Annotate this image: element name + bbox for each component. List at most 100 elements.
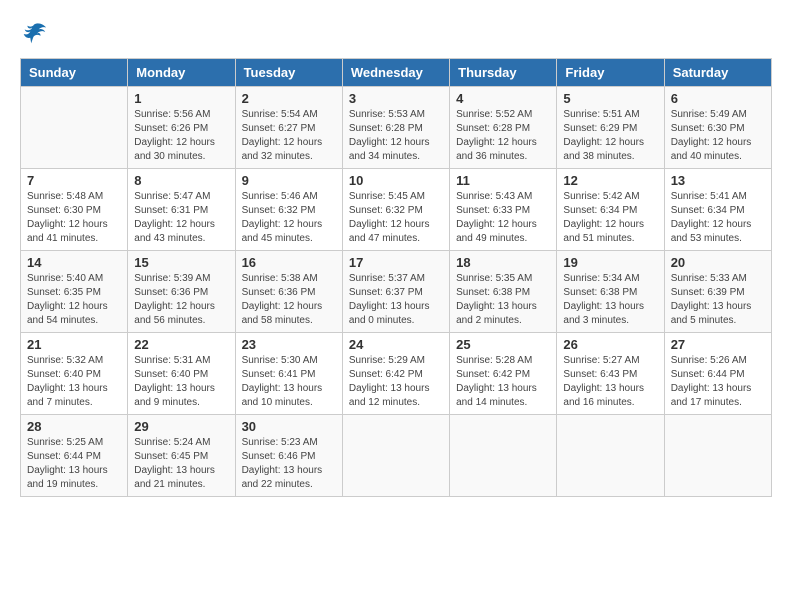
calendar-week-3: 21Sunrise: 5:32 AM Sunset: 6:40 PM Dayli… bbox=[21, 333, 772, 415]
day-info: Sunrise: 5:39 AM Sunset: 6:36 PM Dayligh… bbox=[134, 273, 215, 326]
calendar-cell bbox=[21, 87, 128, 169]
page-header bbox=[20, 20, 772, 48]
day-info: Sunrise: 5:24 AM Sunset: 6:45 PM Dayligh… bbox=[134, 437, 215, 490]
day-number: 12 bbox=[563, 173, 657, 188]
day-number: 20 bbox=[671, 255, 765, 270]
calendar-cell: 20 Sunrise: 5:33 AM Sunset: 6:39 PM Dayli… bbox=[664, 251, 771, 333]
calendar-cell: 14 Sunrise: 5:40 AM Sunset: 6:35 PM Dayli… bbox=[21, 251, 128, 333]
day-info: Sunrise: 5:23 AM Sunset: 6:46 PM Dayligh… bbox=[242, 437, 323, 490]
calendar-cell: 15 Sunrise: 5:39 AM Sunset: 6:36 PM Dayli… bbox=[128, 251, 235, 333]
calendar-cell: 1 Sunrise: 5:56 AM Sunset: 6:26 PM Daylig… bbox=[128, 87, 235, 169]
header-cell-tuesday: Tuesday bbox=[235, 59, 342, 87]
calendar-body: 1 Sunrise: 5:56 AM Sunset: 6:26 PM Daylig… bbox=[21, 87, 772, 497]
calendar-cell: 16Sunrise: 5:38 AM Sunset: 6:36 PM Dayli… bbox=[235, 251, 342, 333]
calendar-cell bbox=[664, 415, 771, 497]
day-info: Sunrise: 5:30 AM Sunset: 6:41 PM Dayligh… bbox=[242, 355, 323, 408]
calendar-cell bbox=[557, 415, 664, 497]
calendar-cell: 13 Sunrise: 5:41 AM Sunset: 6:34 PM Dayli… bbox=[664, 169, 771, 251]
day-info: Sunrise: 5:53 AM Sunset: 6:28 PM Dayligh… bbox=[349, 109, 430, 162]
calendar-week-4: 28 Sunrise: 5:25 AM Sunset: 6:44 PM Dayli… bbox=[21, 415, 772, 497]
calendar-cell: 6Sunrise: 5:49 AM Sunset: 6:30 PM Daylig… bbox=[664, 87, 771, 169]
calendar-cell: 18Sunrise: 5:35 AM Sunset: 6:38 PM Dayli… bbox=[450, 251, 557, 333]
header-cell-monday: Monday bbox=[128, 59, 235, 87]
calendar-cell: 17 Sunrise: 5:37 AM Sunset: 6:37 PM Dayli… bbox=[342, 251, 449, 333]
calendar-cell: 25 Sunrise: 5:28 AM Sunset: 6:42 PM Dayli… bbox=[450, 333, 557, 415]
day-number: 26 bbox=[563, 337, 657, 352]
day-info: Sunrise: 5:54 AM Sunset: 6:27 PM Dayligh… bbox=[242, 109, 323, 162]
day-number: 29 bbox=[134, 419, 228, 434]
day-number: 25 bbox=[456, 337, 550, 352]
calendar-week-2: 14 Sunrise: 5:40 AM Sunset: 6:35 PM Dayli… bbox=[21, 251, 772, 333]
day-number: 16 bbox=[242, 255, 336, 270]
day-info: Sunrise: 5:45 AM Sunset: 6:32 PM Dayligh… bbox=[349, 191, 430, 244]
day-info: Sunrise: 5:41 AM Sunset: 6:34 PM Dayligh… bbox=[671, 191, 752, 244]
day-info: Sunrise: 5:29 AM Sunset: 6:42 PM Dayligh… bbox=[349, 355, 430, 408]
day-info: Sunrise: 5:56 AM Sunset: 6:26 PM Dayligh… bbox=[134, 109, 215, 162]
day-number: 10 bbox=[349, 173, 443, 188]
calendar-cell: 22Sunrise: 5:31 AM Sunset: 6:40 PM Dayli… bbox=[128, 333, 235, 415]
calendar-cell: 2 Sunrise: 5:54 AM Sunset: 6:27 PM Daylig… bbox=[235, 87, 342, 169]
day-info: Sunrise: 5:37 AM Sunset: 6:37 PM Dayligh… bbox=[349, 273, 430, 326]
day-info: Sunrise: 5:51 AM Sunset: 6:29 PM Dayligh… bbox=[563, 109, 644, 162]
logo bbox=[20, 20, 52, 48]
day-number: 9 bbox=[242, 173, 336, 188]
day-info: Sunrise: 5:49 AM Sunset: 6:30 PM Dayligh… bbox=[671, 109, 752, 162]
day-number: 27 bbox=[671, 337, 765, 352]
day-info: Sunrise: 5:33 AM Sunset: 6:39 PM Dayligh… bbox=[671, 273, 752, 326]
calendar-cell: 28 Sunrise: 5:25 AM Sunset: 6:44 PM Dayli… bbox=[21, 415, 128, 497]
day-number: 13 bbox=[671, 173, 765, 188]
day-number: 5 bbox=[563, 91, 657, 106]
day-number: 15 bbox=[134, 255, 228, 270]
calendar-cell: 9 Sunrise: 5:46 AM Sunset: 6:32 PM Daylig… bbox=[235, 169, 342, 251]
day-info: Sunrise: 5:25 AM Sunset: 6:44 PM Dayligh… bbox=[27, 437, 108, 490]
calendar-cell bbox=[342, 415, 449, 497]
day-info: Sunrise: 5:46 AM Sunset: 6:32 PM Dayligh… bbox=[242, 191, 323, 244]
day-number: 2 bbox=[242, 91, 336, 106]
day-number: 1 bbox=[134, 91, 228, 106]
day-info: Sunrise: 5:26 AM Sunset: 6:44 PM Dayligh… bbox=[671, 355, 752, 408]
calendar-cell: 3 Sunrise: 5:53 AM Sunset: 6:28 PM Daylig… bbox=[342, 87, 449, 169]
day-number: 3 bbox=[349, 91, 443, 106]
day-info: Sunrise: 5:47 AM Sunset: 6:31 PM Dayligh… bbox=[134, 191, 215, 244]
day-number: 11 bbox=[456, 173, 550, 188]
day-number: 19 bbox=[563, 255, 657, 270]
logo-bird-icon bbox=[20, 20, 48, 48]
calendar-cell: 23Sunrise: 5:30 AM Sunset: 6:41 PM Dayli… bbox=[235, 333, 342, 415]
calendar-cell: 21Sunrise: 5:32 AM Sunset: 6:40 PM Dayli… bbox=[21, 333, 128, 415]
day-info: Sunrise: 5:32 AM Sunset: 6:40 PM Dayligh… bbox=[27, 355, 108, 408]
day-number: 17 bbox=[349, 255, 443, 270]
calendar-header: SundayMondayTuesdayWednesdayThursdayFrid… bbox=[21, 59, 772, 87]
day-info: Sunrise: 5:34 AM Sunset: 6:38 PM Dayligh… bbox=[563, 273, 644, 326]
calendar-cell: 11 Sunrise: 5:43 AM Sunset: 6:33 PM Dayli… bbox=[450, 169, 557, 251]
calendar-cell bbox=[450, 415, 557, 497]
day-info: Sunrise: 5:52 AM Sunset: 6:28 PM Dayligh… bbox=[456, 109, 537, 162]
header-cell-saturday: Saturday bbox=[664, 59, 771, 87]
header-cell-wednesday: Wednesday bbox=[342, 59, 449, 87]
calendar-cell: 27 Sunrise: 5:26 AM Sunset: 6:44 PM Dayli… bbox=[664, 333, 771, 415]
day-number: 30 bbox=[242, 419, 336, 434]
calendar-cell: 30 Sunrise: 5:23 AM Sunset: 6:46 PM Dayli… bbox=[235, 415, 342, 497]
day-number: 28 bbox=[27, 419, 121, 434]
calendar-cell: 7Sunrise: 5:48 AM Sunset: 6:30 PM Daylig… bbox=[21, 169, 128, 251]
day-info: Sunrise: 5:35 AM Sunset: 6:38 PM Dayligh… bbox=[456, 273, 537, 326]
calendar-cell: 4Sunrise: 5:52 AM Sunset: 6:28 PM Daylig… bbox=[450, 87, 557, 169]
calendar-cell: 10 Sunrise: 5:45 AM Sunset: 6:32 PM Dayli… bbox=[342, 169, 449, 251]
day-info: Sunrise: 5:43 AM Sunset: 6:33 PM Dayligh… bbox=[456, 191, 537, 244]
day-info: Sunrise: 5:42 AM Sunset: 6:34 PM Dayligh… bbox=[563, 191, 644, 244]
calendar-cell: 26Sunrise: 5:27 AM Sunset: 6:43 PM Dayli… bbox=[557, 333, 664, 415]
calendar-cell: 5 Sunrise: 5:51 AM Sunset: 6:29 PM Daylig… bbox=[557, 87, 664, 169]
day-number: 14 bbox=[27, 255, 121, 270]
calendar-cell: 19 Sunrise: 5:34 AM Sunset: 6:38 PM Dayli… bbox=[557, 251, 664, 333]
calendar-cell: 12 Sunrise: 5:42 AM Sunset: 6:34 PM Dayli… bbox=[557, 169, 664, 251]
day-number: 8 bbox=[134, 173, 228, 188]
calendar-cell: 8 Sunrise: 5:47 AM Sunset: 6:31 PM Daylig… bbox=[128, 169, 235, 251]
calendar-cell: 24 Sunrise: 5:29 AM Sunset: 6:42 PM Dayli… bbox=[342, 333, 449, 415]
calendar-week-0: 1 Sunrise: 5:56 AM Sunset: 6:26 PM Daylig… bbox=[21, 87, 772, 169]
calendar-week-1: 7Sunrise: 5:48 AM Sunset: 6:30 PM Daylig… bbox=[21, 169, 772, 251]
day-number: 24 bbox=[349, 337, 443, 352]
day-info: Sunrise: 5:31 AM Sunset: 6:40 PM Dayligh… bbox=[134, 355, 215, 408]
header-cell-sunday: Sunday bbox=[21, 59, 128, 87]
day-info: Sunrise: 5:28 AM Sunset: 6:42 PM Dayligh… bbox=[456, 355, 537, 408]
day-info: Sunrise: 5:48 AM Sunset: 6:30 PM Dayligh… bbox=[27, 191, 108, 244]
day-info: Sunrise: 5:40 AM Sunset: 6:35 PM Dayligh… bbox=[27, 273, 108, 326]
